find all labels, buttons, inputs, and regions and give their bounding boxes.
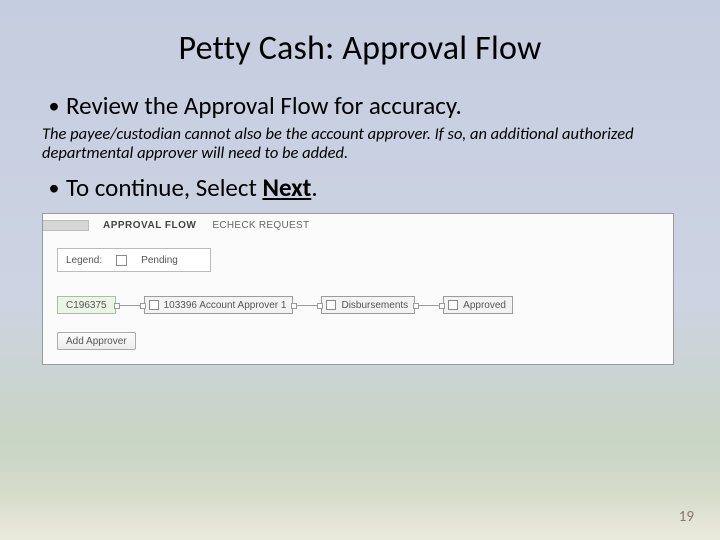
flow-start-chip: C196375 [57,296,116,314]
note-text: The payee/custodian cannot also be the a… [42,125,652,163]
bullet-2-text: To continue, Select Next. [66,173,318,203]
bullet-2-post: . [311,172,317,203]
legend-label: Legend: [66,255,102,266]
pending-swatch-icon [116,255,127,266]
bullet-dot-icon: • [42,173,66,203]
flow-connector-icon [415,305,443,306]
flow-node-disbursements: Disbursements [321,296,415,314]
flow-connector-icon [293,305,321,306]
flow-connector-icon [116,305,144,306]
flow-node-disbursements-label: Disbursements [341,300,408,311]
checkbox-icon [326,300,336,310]
bullet-1-text: Review the Approval Flow for accuracy. [66,91,462,121]
flow-node-approved: Approved [443,296,513,314]
bullet-2-pre: To continue, Select [66,172,262,203]
bullet-1: • Review the Approval Flow for accuracy. [42,91,678,121]
panel-subtitle: ECHECK REQUEST [212,220,309,231]
slide-title: Petty Cash: Approval Flow [42,28,678,69]
panel-header: APPROVAL FLOW ECHECK REQUEST [43,214,673,236]
legend-pending: Pending [141,255,178,266]
tab-stub [43,220,89,231]
bullet-dot-icon: • [42,91,66,121]
panel-title: APPROVAL FLOW [103,220,196,231]
checkbox-icon [448,300,458,310]
bullet-2: • To continue, Select Next. [42,173,678,203]
page-number: 19 [679,508,694,526]
add-approver-button[interactable]: Add Approver [57,332,136,350]
bullet-2-key: Next [262,172,311,203]
legend-box: Legend: Pending [57,248,211,272]
approval-flow-panel: APPROVAL FLOW ECHECK REQUEST Legend: Pen… [42,213,674,365]
flow-diagram: C196375 103396 Account Approver 1 Disbur… [57,294,659,316]
flow-node-approver: 103396 Account Approver 1 [144,296,294,314]
flow-node-approver-label: 103396 Account Approver 1 [164,300,287,311]
checkbox-icon [149,300,159,310]
flow-node-approved-label: Approved [463,300,506,311]
